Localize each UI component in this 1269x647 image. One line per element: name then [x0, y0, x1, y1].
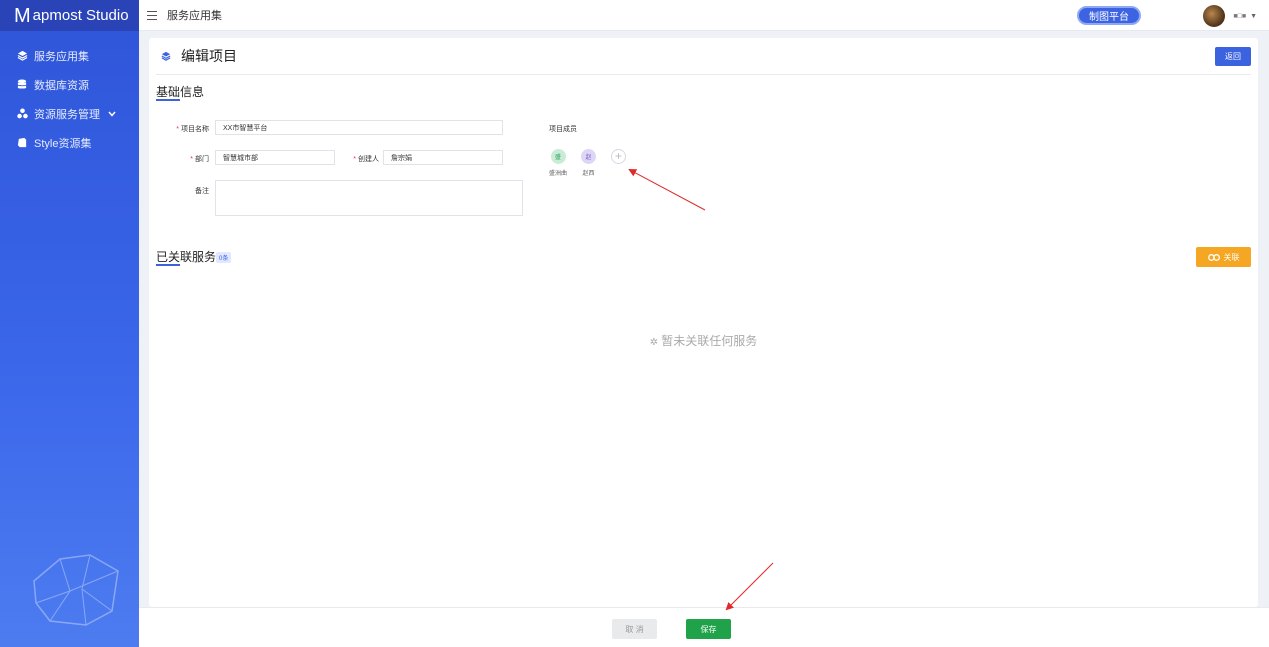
remark-textarea[interactable] [215, 180, 523, 216]
footer-bar: 取 消 保存 [139, 607, 1269, 647]
edit-project-card: 编辑项目 返回 基础信息 * 项目名称 XX市智慧平台 * 部门 智慧城市部 * 创建… [149, 38, 1258, 607]
sidebar-item-label: Style资源集 [34, 137, 92, 150]
user-name: ■□■ [1233, 12, 1247, 20]
sidebar-item-style[interactable]: Style资源集 [0, 128, 139, 157]
back-button[interactable]: 返回 [1215, 47, 1251, 66]
top-bar: 服务应用集 制图平台 ■□■ ▼ [139, 0, 1269, 31]
chevron-down-icon[interactable] [108, 109, 116, 119]
member-item[interactable]: 赵 赵西 [581, 149, 596, 177]
link-icon [1207, 253, 1220, 261]
member-avatar: 赵 [581, 149, 596, 164]
logo-text: apmost Studio [32, 7, 129, 24]
section-underline [156, 99, 180, 101]
member-name: 盛洲曲 [549, 171, 568, 177]
caret-down-icon[interactable]: ▼ [1250, 13, 1257, 20]
project-members-label: 项目成员 [549, 126, 577, 133]
member-name: 赵西 [582, 171, 595, 177]
style-icon [16, 137, 28, 149]
add-member-icon[interactable]: + [611, 149, 626, 164]
department-input[interactable]: 智慧城市部 [215, 150, 335, 165]
layers-icon [161, 51, 171, 61]
cancel-button[interactable]: 取 消 [612, 619, 657, 639]
sidebar-item-label: 资源服务管理 [34, 108, 100, 121]
avatar[interactable] [1203, 5, 1226, 27]
sparkle-icon: ✲ [649, 337, 659, 348]
sidebar-item-label: 服务应用集 [34, 50, 89, 63]
save-button[interactable]: 保存 [686, 619, 731, 639]
layers-icon [16, 50, 28, 62]
cluster-icon [16, 108, 28, 120]
header-divider [156, 74, 1251, 75]
creator-input[interactable]: 詹宗娟 [383, 150, 503, 165]
breadcrumb[interactable]: 服务应用集 [167, 7, 222, 23]
menu-toggle-icon[interactable] [147, 10, 157, 20]
link-button-label: 关联 [1223, 252, 1240, 262]
section-underline [156, 264, 180, 266]
creator-label: * 创建人 [353, 156, 379, 163]
project-name-label: * 项目名称 [176, 126, 209, 133]
sidebar: M apmost Studio 服务应用集 数据库资源 资源服务管理 Style… [0, 0, 139, 647]
project-name-input[interactable]: XX市智慧平台 [215, 120, 503, 135]
database-icon [16, 79, 28, 91]
section-title-basic-info: 基础信息 [156, 85, 205, 99]
count-badge: 0条 [216, 252, 232, 263]
page-title: 编辑项目 [181, 48, 237, 64]
map-decoration-icon [33, 554, 119, 626]
section-title-linked-services: 已关联服务 [156, 250, 217, 264]
remark-label: 备注 [195, 188, 209, 195]
sidebar-item-resource-mgmt[interactable]: 资源服务管理 [0, 99, 139, 128]
app-logo[interactable]: M apmost Studio [0, 0, 139, 31]
sidebar-item-database[interactable]: 数据库资源 [0, 70, 139, 99]
member-avatar: 盛 [550, 149, 566, 164]
logo-m: M [14, 4, 31, 27]
sidebar-menu: 服务应用集 数据库资源 资源服务管理 Style资源集 [0, 41, 139, 157]
sidebar-item-service-apps[interactable]: 服务应用集 [0, 41, 139, 70]
empty-text: 暂未关联任何服务 [661, 334, 758, 348]
link-service-button[interactable]: 关联 [1196, 247, 1251, 267]
platform-button[interactable]: 制图平台 [1077, 6, 1141, 25]
department-label: * 部门 [190, 156, 209, 163]
sidebar-item-label: 数据库资源 [34, 79, 89, 92]
member-item[interactable]: 盛 盛洲曲 [549, 149, 567, 177]
empty-state: ✲ 暂未关联任何服务 [149, 332, 1258, 349]
user-menu[interactable]: ■□■ ▼ [1203, 5, 1257, 27]
page-header: 编辑项目 返回 [149, 38, 1258, 74]
